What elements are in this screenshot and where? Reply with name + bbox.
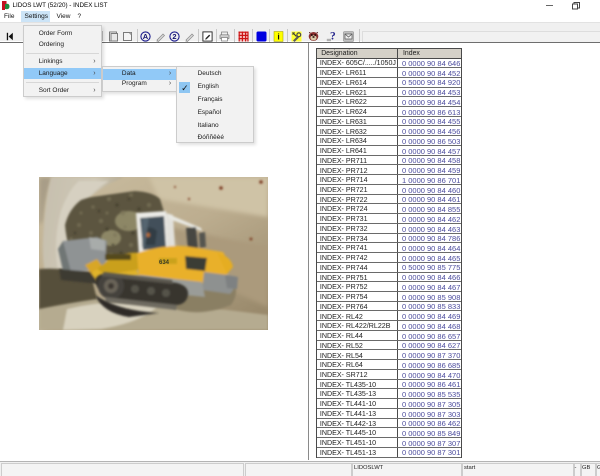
svg-text:634: 634 <box>159 260 170 266</box>
svg-text:2: 2 <box>172 32 176 41</box>
svg-text:A: A <box>143 32 149 41</box>
svg-text:i: i <box>277 31 279 41</box>
